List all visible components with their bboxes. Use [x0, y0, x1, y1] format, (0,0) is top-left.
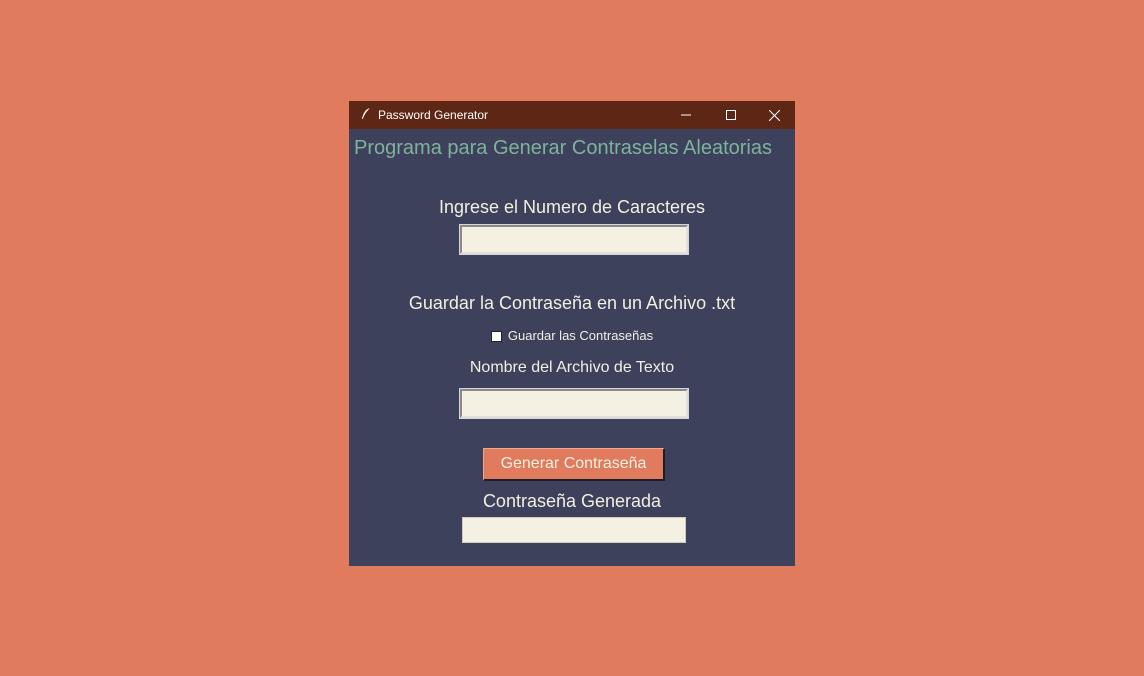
window-title: Password Generator [378, 108, 489, 122]
app-heading: Programa para Generar Contraselas Aleato… [354, 137, 772, 159]
save-checkbox-row[interactable]: Guardar las Contraseñas [349, 328, 795, 344]
file-name-input[interactable] [459, 388, 689, 419]
title-bar[interactable]: Password Generator [349, 101, 795, 129]
feather-icon [362, 107, 371, 120]
save-section-label: Guardar la Contraseña en un Archivo .txt [408, 293, 736, 313]
password-generator-window: Password Generator Programa para Generar… [349, 101, 795, 566]
minimize-icon [680, 114, 691, 116]
maximize-icon [725, 110, 736, 120]
file-name-label: Nombre del Archivo de Texto [469, 359, 675, 376]
close-button[interactable] [753, 101, 795, 129]
save-checkbox[interactable] [490, 330, 502, 342]
chars-input[interactable] [459, 224, 689, 255]
maximize-button[interactable] [708, 101, 753, 129]
chars-label: Ingrese el Numero de Caracteres [438, 197, 706, 217]
save-checkbox-label[interactable]: Guardar las Contraseñas [508, 328, 653, 344]
generated-password-label: Contraseña Generada [482, 491, 662, 511]
generated-password-output[interactable] [462, 517, 686, 543]
minimize-button[interactable] [663, 101, 708, 129]
generate-password-button[interactable]: Generar Contraseña [483, 448, 665, 481]
close-icon [768, 109, 780, 121]
